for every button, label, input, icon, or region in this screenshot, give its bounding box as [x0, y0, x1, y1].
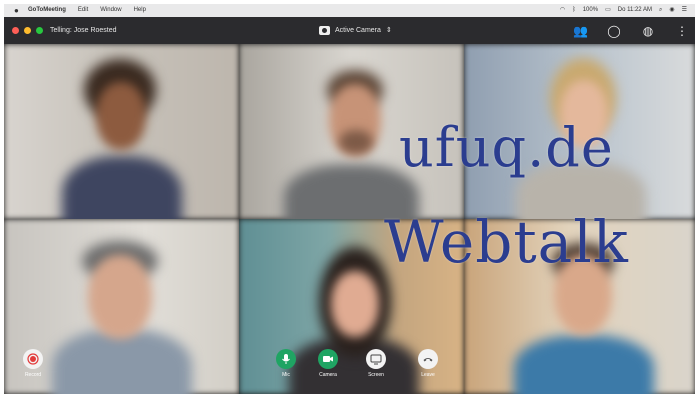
app-title-bar: Telling: Jose Roested Active Camera ⇕ 👥 …	[4, 17, 695, 44]
bluetooth-icon[interactable]: ᛒ	[572, 4, 576, 17]
camera-label: Camera	[319, 372, 337, 378]
hang-up-icon	[418, 349, 438, 369]
menu-help[interactable]: Help	[134, 4, 146, 17]
leave-button[interactable]: Leave	[411, 349, 445, 378]
video-tile-1[interactable]	[4, 44, 239, 219]
camera-selector[interactable]: Active Camera ⇕	[319, 25, 392, 36]
menu-status-area: ◠ ᛒ 100% ▭ Do 11:22 AM ⌕ ◉ ☰	[560, 4, 687, 17]
record-button[interactable]: Record	[16, 349, 50, 378]
menu-edit[interactable]: Edit	[78, 4, 88, 17]
screen-label: Screen	[368, 372, 384, 378]
window-controls	[12, 27, 43, 34]
camera-icon	[319, 26, 330, 35]
record-icon	[23, 349, 43, 369]
chat-icon[interactable]: ◯	[607, 24, 621, 38]
more-options-icon[interactable]: ⋮	[675, 24, 689, 38]
watermark-line-1: ufuq.de	[399, 116, 614, 179]
right-toolbar: 👥 ◯ ◍ ⋮	[573, 24, 689, 38]
mic-label: Mic	[282, 372, 290, 378]
video-camera-icon	[318, 349, 338, 369]
battery-icon[interactable]: ▭	[605, 4, 611, 17]
watermark-line-2: Webtalk	[384, 208, 629, 276]
spotlight-search-icon[interactable]: ⌕	[659, 4, 662, 17]
globe-icon[interactable]: ◍	[641, 24, 655, 38]
camera-button[interactable]: Camera	[311, 349, 345, 378]
apple-icon[interactable]: ●	[14, 4, 19, 17]
zoom-window-icon[interactable]	[36, 27, 43, 34]
screen: ● GoToMeeting Edit Window Help ◠ ᛒ 100% …	[4, 4, 695, 394]
screen-share-button[interactable]: Screen	[359, 349, 393, 378]
video-grid: ufuq.de Webtalk Record Mic Camera Screen…	[4, 44, 695, 394]
chevron-updown-icon: ⇕	[385, 27, 392, 34]
clock[interactable]: Do 11:22 AM	[618, 4, 652, 17]
menu-window[interactable]: Window	[100, 4, 121, 17]
minimize-window-icon[interactable]	[24, 27, 31, 34]
battery-percent: 100%	[582, 7, 599, 13]
user-icon[interactable]: ◉	[669, 4, 674, 17]
participants-icon[interactable]: 👥	[573, 24, 588, 38]
screen-share-icon	[366, 349, 386, 369]
menu-app-name[interactable]: GoToMeeting	[28, 4, 66, 17]
call-title: Telling: Jose Roested	[50, 27, 117, 34]
notification-center-icon[interactable]: ☰	[682, 4, 687, 17]
wifi-icon[interactable]: ◠	[560, 4, 565, 17]
mic-button[interactable]: Mic	[269, 349, 303, 378]
app-menu: GoToMeeting Edit Window Help	[28, 4, 146, 17]
menu-bar: ● GoToMeeting Edit Window Help ◠ ᛒ 100% …	[4, 4, 695, 17]
camera-selector-label: Active Camera	[335, 27, 381, 34]
leave-label: Leave	[421, 372, 435, 378]
microphone-icon	[276, 349, 296, 369]
close-window-icon[interactable]	[12, 27, 19, 34]
record-label: Record	[24, 372, 42, 378]
